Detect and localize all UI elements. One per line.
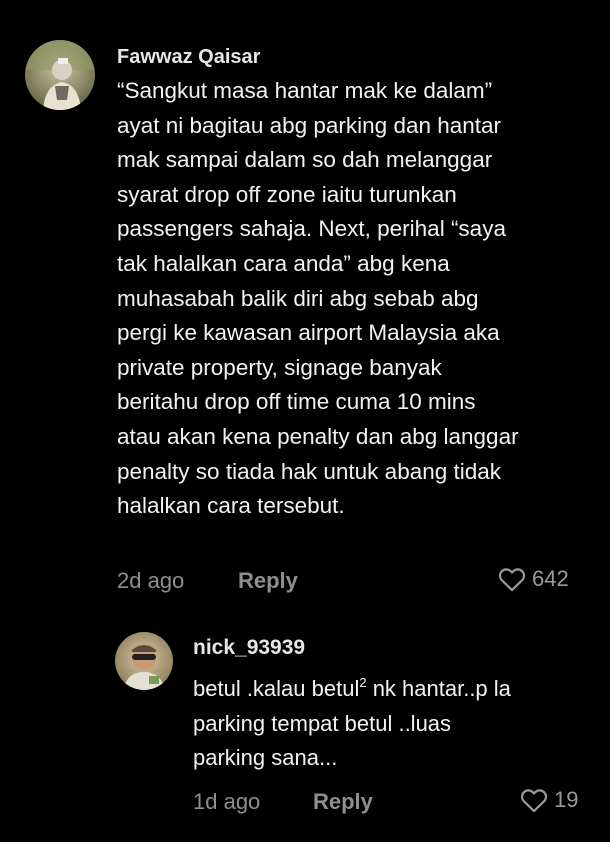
comment-line: ayat ni bagitau abg parking dan hantar [117,112,502,138]
reply-timestamp: 1d ago [193,789,261,814]
like-count: 19 [554,787,579,812]
reply-body: betul .kalau betul2 nk hantar..p la park… [193,672,511,776]
comment-line: beritahu drop off time cuma 10 mins [117,389,476,415]
comment-line: “Sangkut masa hantar mak ke dalam” [117,78,493,103]
comment-line: halalkan cara tersebut. [117,493,345,519]
avatar[interactable] [25,40,95,110]
comment-line: private property, signage banyak [117,354,442,380]
heart-outline-icon [520,789,548,813]
superscript: 2 [359,675,367,690]
heart-outline-icon [498,568,526,592]
comment-body: “Sangkut masa hantar mak ke dalam” ayat … [117,74,519,524]
comment-username[interactable]: Fawwaz Qaisar [117,46,260,69]
reply-line-text: nk hantar..p la [366,676,511,701]
comment-line: penalty so tiada hak untuk abang tidak [117,458,502,484]
reply-button[interactable]: Reply [313,789,373,815]
comment-fawwaz: Fawwaz Qaisar “Sangkut masa hantar mak k… [0,0,610,620]
comment-timestamp: 2d ago [117,568,185,593]
comment-line: tak halalkan cara anda” abg kena [117,250,450,276]
reply-line-text: betul .kalau betul [193,676,360,701]
comment-line: atau akan kena penalty dan abg langgar [117,423,519,449]
reply-line: parking tempat betul ..luas [193,710,452,736]
comment-line: pergi ke kawasan airport Malaysia aka [117,320,500,346]
reply-username[interactable]: nick_93939 [193,636,305,660]
avatar-photo-icon [115,632,173,690]
reply-line: betul .kalau betul2 nk hantar..p la [193,672,511,707]
comment-line: passengers sahaja. Next, perihal “saya [117,216,506,242]
like-button[interactable]: 642 [498,566,569,592]
like-count: 642 [532,566,569,591]
comment-line: syarat drop off zone iaitu turunkan [117,181,457,207]
like-button[interactable]: 19 [520,787,578,813]
avatar[interactable] [115,632,173,690]
comment-line: mak sampai dalam so dah melanggar [117,147,493,173]
reply-button[interactable]: Reply [238,568,298,594]
comment-line: muhasabah balik diri abg sebab abg [117,285,479,311]
reply-line: parking sana... [193,745,338,771]
avatar-photo-icon [25,40,95,110]
comment-reply-nick: nick_93939 betul .kalau betul2 nk hantar… [0,620,610,842]
